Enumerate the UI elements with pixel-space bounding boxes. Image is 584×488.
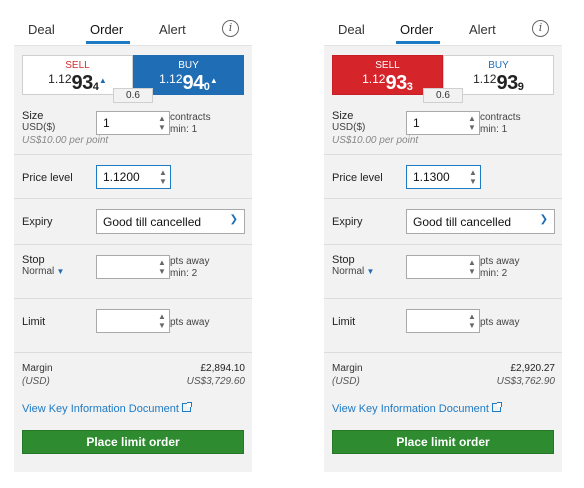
- tab-order[interactable]: Order: [400, 22, 433, 37]
- expiry-label: Expiry: [22, 216, 53, 228]
- divider: [14, 198, 252, 199]
- size-unit: contracts min: 1: [170, 112, 211, 135]
- expiry-select[interactable]: Good till cancelled ❯: [96, 209, 245, 234]
- expiry-label: Expiry: [332, 216, 363, 228]
- external-link-icon: [491, 402, 502, 412]
- ticket-tabs: Deal Order Alert i: [14, 12, 252, 46]
- margin-label: Margin: [332, 363, 363, 374]
- chevron-down-icon: ▼: [54, 267, 65, 276]
- buy-label: BUY: [488, 60, 509, 71]
- divider: [324, 352, 562, 353]
- margin-value-usd: US$3,762.90: [496, 376, 555, 387]
- spread-badge: 0.6: [113, 88, 153, 103]
- active-tab-indicator: [396, 41, 440, 44]
- divider: [324, 154, 562, 155]
- divider: [324, 298, 562, 299]
- stop-stepper[interactable]: ▲ ▼: [467, 258, 477, 276]
- place-limit-order-button[interactable]: Place limit order: [22, 430, 244, 454]
- sell-label: SELL: [375, 60, 400, 71]
- margin-value-gbp: £2,894.10: [200, 363, 246, 374]
- size-unit: contracts min: 1: [480, 112, 521, 135]
- divider: [14, 244, 252, 245]
- price-up-icon: ▲: [209, 76, 218, 85]
- expiry-select[interactable]: Good till cancelled ❯: [406, 209, 555, 234]
- limit-unit: pts away: [170, 317, 210, 328]
- stop-stepper[interactable]: ▲ ▼: [157, 258, 167, 276]
- margin-value-usd: US$3,729.60: [186, 376, 245, 387]
- size-input[interactable]: 1 ▲ ▼: [96, 111, 170, 135]
- limit-label: Limit: [22, 316, 46, 328]
- margin-value-gbp: £2,920.27: [510, 363, 556, 374]
- price-level-stepper[interactable]: ▲ ▼: [158, 168, 168, 186]
- divider: [14, 154, 252, 155]
- active-tab-indicator: [86, 41, 130, 44]
- limit-unit: pts away: [480, 317, 520, 328]
- size-stepper[interactable]: ▲ ▼: [467, 114, 477, 132]
- per-point-value: US$10.00 per point: [22, 135, 109, 146]
- stop-label: Stop: [332, 254, 355, 266]
- price-level-label: Price level: [332, 172, 383, 184]
- quote-selector: SELL 1.12933 BUY 1.12939 0.6: [332, 55, 554, 103]
- tab-alert[interactable]: Alert: [469, 22, 496, 37]
- spread-badge: 0.6: [423, 88, 463, 103]
- divider: [14, 352, 252, 353]
- chevron-down-icon: ❯: [539, 214, 548, 225]
- place-limit-order-button[interactable]: Place limit order: [332, 430, 554, 454]
- tab-order[interactable]: Order: [90, 22, 123, 37]
- stop-unit: pts away min: 2: [480, 256, 520, 279]
- tab-deal[interactable]: Deal: [338, 22, 365, 37]
- ticket-tabs: Deal Order Alert i: [324, 12, 562, 46]
- margin-currency: (USD): [22, 376, 50, 387]
- kid-link[interactable]: View Key Information Document: [332, 402, 502, 415]
- chevron-down-icon: ▼: [364, 267, 375, 276]
- limit-stepper[interactable]: ▲ ▼: [467, 312, 477, 330]
- stop-input[interactable]: ▲ ▼: [406, 255, 480, 279]
- limit-stepper[interactable]: ▲ ▼: [157, 312, 167, 330]
- info-icon[interactable]: i: [222, 20, 239, 37]
- price-level-label: Price level: [22, 172, 73, 184]
- tab-alert[interactable]: Alert: [159, 22, 186, 37]
- stop-unit: pts away min: 2: [170, 256, 210, 279]
- size-input[interactable]: 1 ▲ ▼: [406, 111, 480, 135]
- per-point-value: US$10.00 per point: [332, 135, 419, 146]
- stop-label: Stop: [22, 254, 45, 266]
- buy-label: BUY: [178, 60, 199, 71]
- limit-input[interactable]: ▲ ▼: [96, 309, 170, 333]
- price-up-icon: ▲: [98, 76, 107, 85]
- divider: [324, 244, 562, 245]
- stop-type-dropdown[interactable]: Normal ▼: [332, 266, 374, 277]
- margin-currency: (USD): [332, 376, 360, 387]
- price-level-stepper[interactable]: ▲ ▼: [468, 168, 478, 186]
- tab-deal[interactable]: Deal: [28, 22, 55, 37]
- size-label: Size: [332, 110, 354, 122]
- margin-label: Margin: [22, 363, 53, 374]
- price-level-input[interactable]: 1.1300 ▲ ▼: [406, 165, 481, 189]
- size-label: Size: [22, 110, 44, 122]
- stop-input[interactable]: ▲ ▼: [96, 255, 170, 279]
- chevron-down-icon: ❯: [229, 214, 238, 225]
- limit-input[interactable]: ▲ ▼: [406, 309, 480, 333]
- divider: [324, 198, 562, 199]
- deal-ticket-panel-right: Deal Order Alert i SELL 1.12933 BUY 1.12…: [324, 12, 562, 472]
- size-currency: USD($): [332, 122, 366, 133]
- sell-label: SELL: [65, 60, 90, 71]
- stop-type-dropdown[interactable]: Normal ▼: [22, 266, 64, 277]
- quote-selector: SELL 1.12934▲ BUY 1.12940▲ 0.6: [22, 55, 244, 103]
- kid-link[interactable]: View Key Information Document: [22, 402, 192, 415]
- external-link-icon: [181, 402, 192, 412]
- info-icon[interactable]: i: [532, 20, 549, 37]
- size-currency: USD($): [22, 122, 56, 133]
- deal-ticket-panel-left: Deal Order Alert i SELL 1.12934▲ BUY 1.1…: [14, 12, 252, 472]
- price-level-input[interactable]: 1.1200 ▲ ▼: [96, 165, 171, 189]
- size-stepper[interactable]: ▲ ▼: [157, 114, 167, 132]
- divider: [14, 298, 252, 299]
- limit-label: Limit: [332, 316, 356, 328]
